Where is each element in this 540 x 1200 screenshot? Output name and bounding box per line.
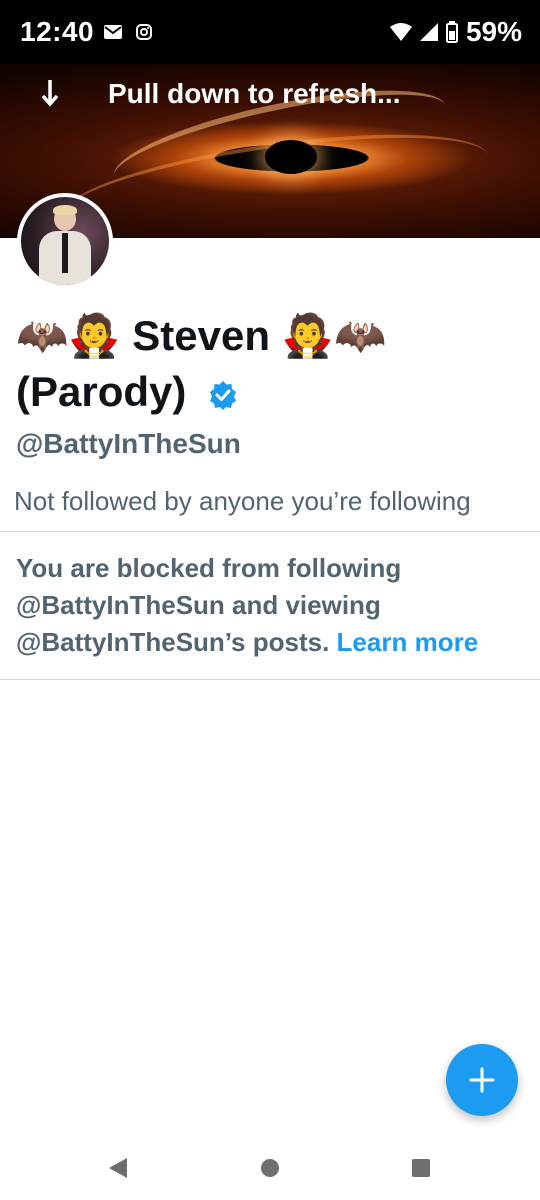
notification-icons: [104, 24, 152, 40]
battery-percent: 59%: [465, 16, 522, 47]
display-name-text: 🦇🧛 Steven 🧛🦇 (Parody): [16, 312, 387, 415]
nav-recents-icon[interactable]: [412, 1159, 430, 1177]
instagram-icon: [136, 24, 152, 40]
profile-handle: @BattyInTheSun: [16, 428, 241, 459]
status-bar: 12:40 59%: [0, 0, 540, 64]
compose-post-button[interactable]: [446, 1044, 518, 1116]
divider: [0, 679, 540, 680]
mail-icon: [104, 25, 122, 39]
banner-black-hole: [265, 140, 317, 174]
followers-you-know-note: Not followed by anyone you’re following: [14, 486, 471, 516]
signal-icon: [419, 23, 438, 41]
nav-back-icon[interactable]: [108, 1157, 128, 1179]
verified-badge-icon[interactable]: [208, 380, 238, 410]
divider: [0, 531, 540, 532]
nav-home-icon[interactable]: [261, 1159, 279, 1177]
avatar-figure-hair: [53, 205, 77, 215]
plus-icon: [469, 1067, 495, 1093]
profile-display-name: 🦇🧛 Steven 🧛🦇 (Parody): [16, 308, 526, 420]
battery-icon: [445, 21, 458, 43]
avatar-figure-tie: [62, 233, 68, 273]
avatar[interactable]: [17, 193, 113, 289]
pull-to-refresh-label: Pull down to refresh...: [108, 78, 401, 109]
wifi-icon: [389, 23, 412, 41]
system-icons: 59%: [389, 16, 522, 48]
learn-more-link[interactable]: Learn more: [337, 627, 479, 657]
arrow-down-icon: [41, 80, 59, 107]
blocked-notice: You are blocked from following @BattyInT…: [16, 550, 526, 661]
status-time: 12:40: [20, 16, 95, 47]
avatar-photo: [21, 197, 109, 285]
